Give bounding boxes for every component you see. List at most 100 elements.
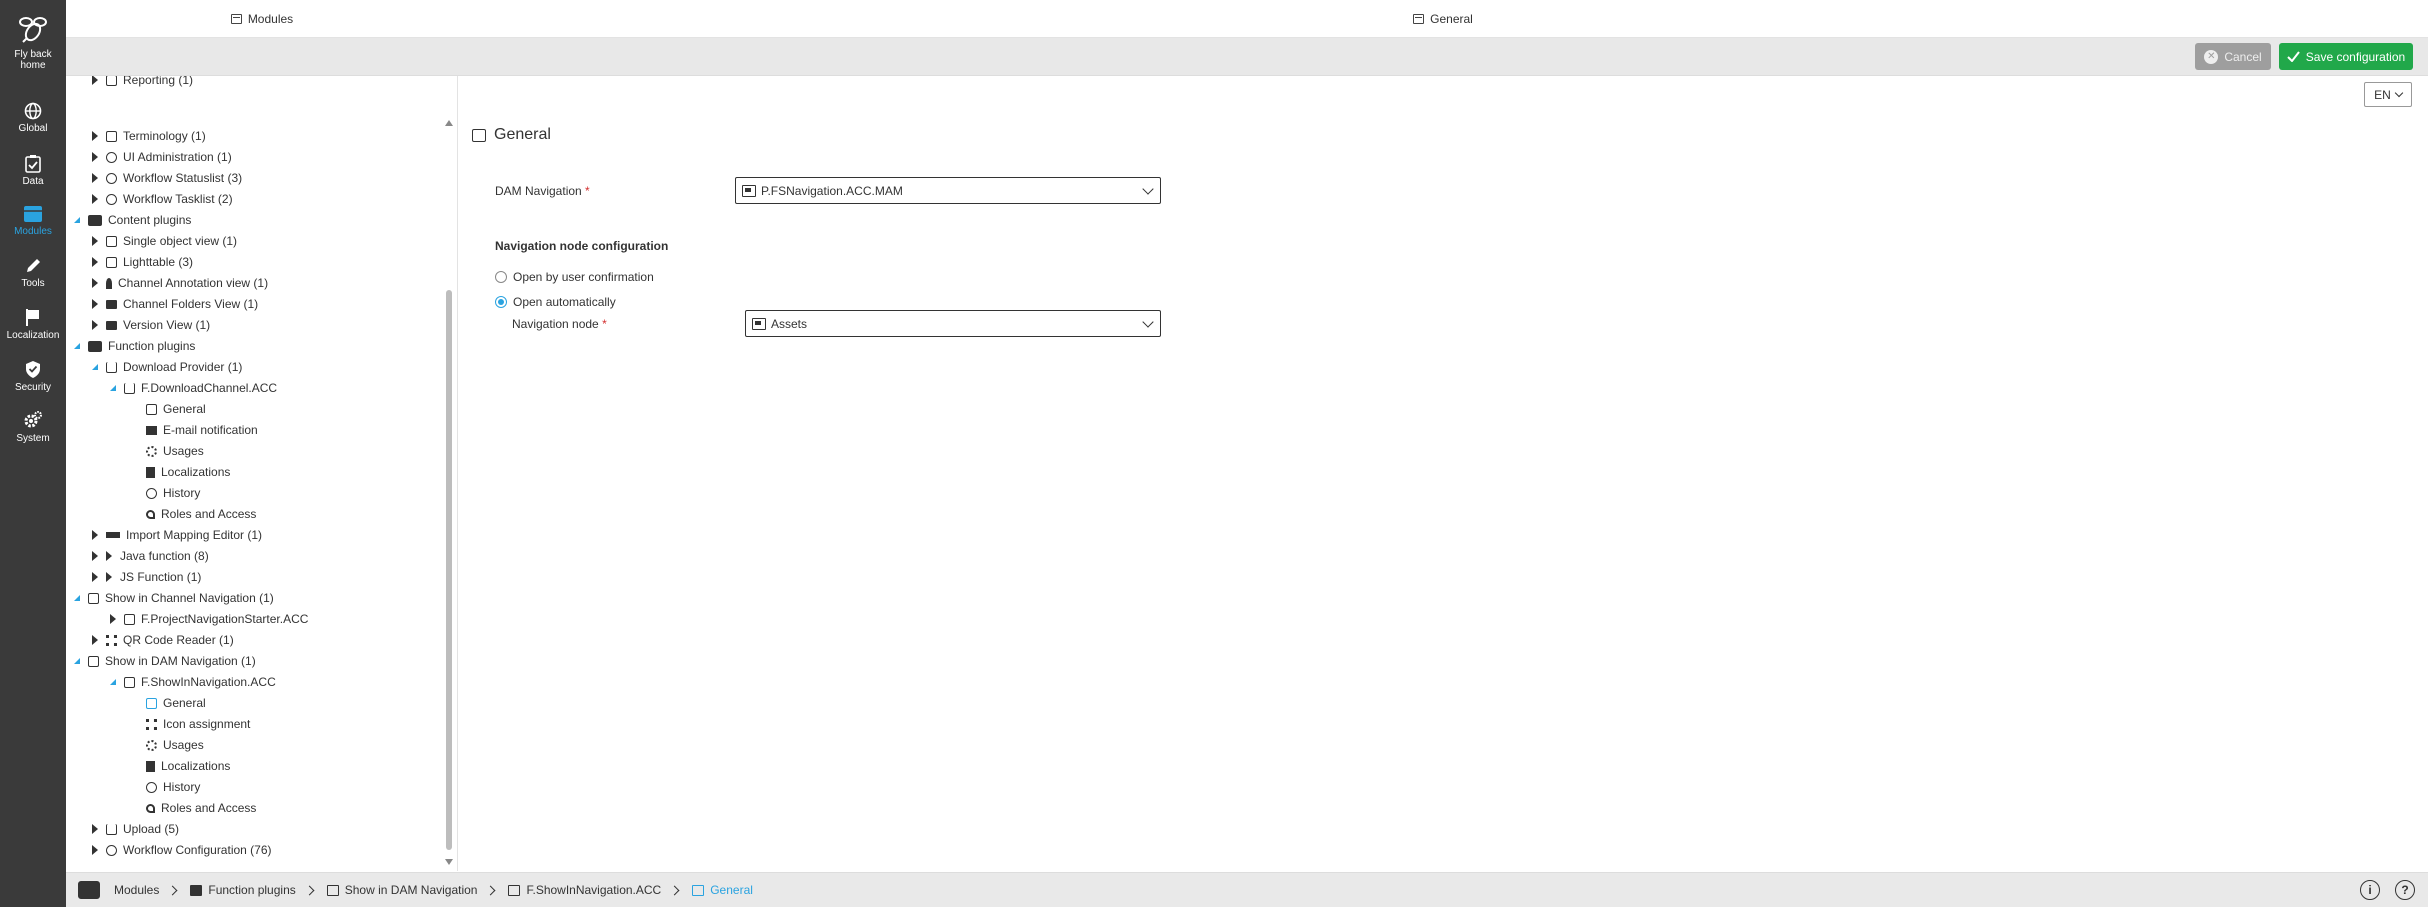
- save-button-label: Save configuration: [2305, 49, 2406, 64]
- tree-row-channel-folders-view[interactable]: Channel Folders View (1): [90, 294, 258, 314]
- tree-row-upload[interactable]: Upload (5): [90, 819, 179, 839]
- tree-row-roles-access-download[interactable]: Roles and Access: [146, 504, 256, 524]
- section-title: General: [472, 126, 551, 144]
- rail-item-modules[interactable]: Modules: [0, 205, 66, 237]
- main-navigation-rail: Fly back home Global Data Modules Tools …: [0, 0, 66, 907]
- tree-row-workflow-configuration[interactable]: Workflow Configuration (76): [90, 840, 272, 860]
- dam-navigation-select[interactable]: P.FSNavigation.ACC.MAM: [735, 177, 1161, 204]
- rail-item-localization[interactable]: Localization: [0, 308, 66, 341]
- tree-row-import-mapping-editor[interactable]: Import Mapping Editor (1): [90, 525, 262, 545]
- expand-caret-icon[interactable]: [92, 320, 98, 330]
- help-question-icon[interactable]: ?: [2395, 880, 2415, 900]
- tree-row-function-plugins[interactable]: Function plugins: [72, 336, 195, 356]
- tree-row-download-provider[interactable]: Download Provider (1): [90, 357, 242, 377]
- breadcrumb-f-showinnavigation-acc[interactable]: F.ShowInNavigation.ACC: [508, 883, 661, 897]
- expand-caret-icon[interactable]: [92, 152, 98, 162]
- cancel-x-icon: ✕: [2204, 49, 2219, 64]
- scroll-up-icon[interactable]: [445, 120, 453, 126]
- category-icon: [88, 214, 102, 226]
- external-link-icon: [88, 592, 99, 604]
- info-icon[interactable]: i: [2360, 880, 2380, 900]
- tree-row-icon-assignment[interactable]: Icon assignment: [146, 714, 250, 734]
- tree-row-f-showinnavigation-acc[interactable]: F.ShowInNavigation.ACC: [108, 672, 276, 692]
- collapse-caret-icon[interactable]: [110, 385, 116, 391]
- expand-caret-icon[interactable]: [92, 236, 98, 246]
- expand-caret-icon[interactable]: [92, 257, 98, 267]
- radio-open-by-confirmation[interactable]: Open by user confirmation: [495, 270, 654, 284]
- expand-caret-icon[interactable]: [92, 76, 98, 85]
- rail-item-home[interactable]: Fly back home: [0, 12, 66, 71]
- cancel-button[interactable]: ✕ Cancel: [2195, 43, 2271, 70]
- chevron-down-icon: [1142, 315, 1154, 328]
- collapse-caret-icon[interactable]: [74, 343, 80, 349]
- collapse-caret-icon[interactable]: [74, 658, 80, 664]
- tree-row-general-selected[interactable]: General: [146, 693, 206, 713]
- collapse-caret-icon[interactable]: [92, 364, 98, 370]
- breadcrumb-function-plugins[interactable]: Function plugins: [190, 883, 296, 897]
- scroll-down-icon[interactable]: [445, 859, 453, 865]
- scrollbar-thumb[interactable]: [446, 290, 452, 850]
- rail-item-system[interactable]: System: [0, 411, 66, 444]
- breadcrumb-general[interactable]: General: [692, 883, 753, 897]
- expand-caret-icon[interactable]: [92, 173, 98, 183]
- tree-row-general-download[interactable]: General: [146, 399, 206, 419]
- tree-row-localizations[interactable]: Localizations: [146, 756, 230, 776]
- tree-scrollbar[interactable]: [445, 120, 455, 865]
- rail-item-data[interactable]: Data: [0, 154, 66, 187]
- tree-row-usages[interactable]: Usages: [146, 735, 204, 755]
- general-header-icon: [1413, 13, 1425, 24]
- tree-row-roles-access[interactable]: Roles and Access: [146, 798, 256, 818]
- expand-caret-icon[interactable]: [92, 551, 98, 561]
- grid-icon: [106, 256, 117, 268]
- tree-row-ui-administration[interactable]: UI Administration (1): [90, 147, 232, 167]
- tree-row-f-downloadchannel-acc[interactable]: F.DownloadChannel.ACC: [108, 378, 277, 398]
- tree-row-show-in-dam-navigation[interactable]: Show in DAM Navigation (1): [72, 651, 256, 671]
- expand-caret-icon[interactable]: [92, 635, 98, 645]
- tree-row-content-plugins[interactable]: Content plugins: [72, 210, 191, 230]
- expand-caret-icon[interactable]: [110, 614, 116, 624]
- navigation-node-select[interactable]: Assets: [745, 310, 1161, 337]
- tree-row-workflow-tasklist[interactable]: Workflow Tasklist (2): [90, 189, 233, 209]
- gears-icon: [24, 411, 42, 428]
- radio-button-selected[interactable]: [495, 296, 507, 308]
- tree-row-qr-code-reader[interactable]: QR Code Reader (1): [90, 630, 234, 650]
- radio-button[interactable]: [495, 271, 507, 283]
- tree-row-usages-download[interactable]: Usages: [146, 441, 204, 461]
- tree-row-history-download[interactable]: History: [146, 483, 200, 503]
- tree-row-channel-annotation-view[interactable]: Channel Annotation view (1): [90, 273, 268, 293]
- expand-caret-icon[interactable]: [92, 824, 98, 834]
- tree-row-history[interactable]: History: [146, 777, 200, 797]
- radio-open-automatically[interactable]: Open automatically: [495, 295, 616, 309]
- expand-caret-icon[interactable]: [92, 572, 98, 582]
- tree-row-single-object-view[interactable]: Single object view (1): [90, 231, 237, 251]
- rail-item-tools[interactable]: Tools: [0, 257, 66, 289]
- tree-row-localizations-download[interactable]: Localizations: [146, 462, 230, 482]
- tree-row-email-notification[interactable]: E-mail notification: [146, 420, 258, 440]
- expand-caret-icon[interactable]: [92, 299, 98, 309]
- dam-navigation-label: DAM Navigation *: [495, 184, 590, 198]
- tree-row-reporting[interactable]: Reporting (1): [90, 76, 193, 90]
- expand-caret-icon[interactable]: [92, 131, 98, 141]
- collapse-caret-icon[interactable]: [74, 217, 80, 223]
- tree-row-lighttable[interactable]: Lighttable (3): [90, 252, 193, 272]
- tree-row-f-projectnavigationstarter-acc[interactable]: F.ProjectNavigationStarter.ACC: [108, 609, 308, 629]
- tree-row-show-in-channel-navigation[interactable]: Show in Channel Navigation (1): [72, 588, 274, 608]
- collapse-caret-icon[interactable]: [110, 679, 116, 685]
- language-select[interactable]: EN: [2364, 82, 2412, 107]
- tree-row-java-function[interactable]: Java function (8): [90, 546, 209, 566]
- expand-caret-icon[interactable]: [92, 194, 98, 204]
- rail-item-global[interactable]: Global: [0, 102, 66, 134]
- tree-row-terminology[interactable]: Terminology (1): [90, 126, 206, 146]
- tree-row-workflow-statuslist[interactable]: Workflow Statuslist (3): [90, 168, 242, 188]
- breadcrumb-modules[interactable]: Modules: [78, 881, 159, 899]
- collapse-caret-icon[interactable]: [74, 595, 80, 601]
- save-configuration-button[interactable]: Save configuration: [2279, 43, 2413, 70]
- expand-caret-icon[interactable]: [92, 845, 98, 855]
- expand-caret-icon[interactable]: [92, 530, 98, 540]
- expand-caret-icon[interactable]: [92, 278, 98, 288]
- tree-row-version-view[interactable]: Version View (1): [90, 315, 210, 335]
- rail-item-security[interactable]: Security: [0, 360, 66, 393]
- breadcrumb-show-in-dam-navigation[interactable]: Show in DAM Navigation: [326, 883, 477, 897]
- tree-row-js-function[interactable]: JS Function (1): [90, 567, 201, 587]
- main-panel-header: General: [458, 0, 2428, 38]
